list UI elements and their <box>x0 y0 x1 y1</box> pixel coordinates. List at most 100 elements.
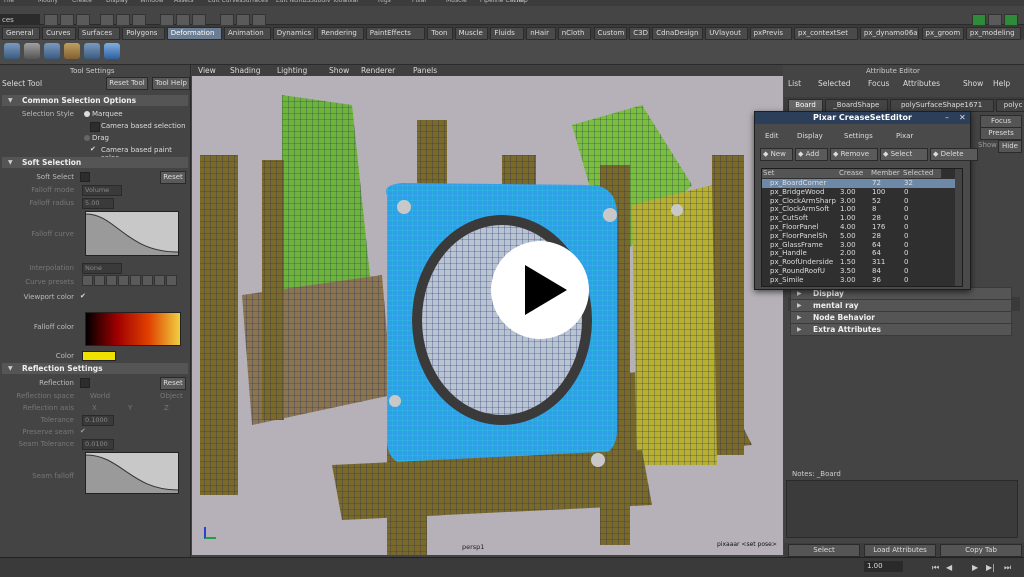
crease-column-header[interactable]: Crease <box>838 169 871 178</box>
axis-y-radio[interactable]: Y <box>128 404 132 412</box>
curve-preset-6-icon[interactable] <box>142 275 153 286</box>
color-swatch[interactable] <box>82 351 116 361</box>
menubar-item[interactable]: Surfaces <box>242 0 268 4</box>
curve-preset-4-icon[interactable] <box>118 275 129 286</box>
shelf-tab[interactable]: Surfaces <box>77 27 121 40</box>
crease-table-row[interactable]: px_RoundRoofU 3.50 84 0 <box>762 267 962 276</box>
crease-table-row[interactable]: px_FloorPanelSh 5.00 28 0 <box>762 232 962 241</box>
viewport-color-check[interactable]: ✔ <box>80 292 86 300</box>
crease-column-header[interactable]: Selected <box>902 169 942 178</box>
crease-menu-item[interactable]: Settings <box>844 132 873 140</box>
crease-set-table[interactable]: Set Crease Member Selected px_BoardCorner 72 3… <box>761 168 963 287</box>
shelf-tab[interactable]: px_dynamo06a <box>859 27 920 40</box>
menubar-item[interactable]: Rigs <box>378 0 391 4</box>
cluster-icon[interactable] <box>24 43 40 59</box>
shelf-tab[interactable]: C3D <box>629 27 651 40</box>
step-forward-icon[interactable]: ▶| <box>986 563 995 572</box>
shelf-tab[interactable]: Curves <box>42 27 76 40</box>
falloff-mode-dropdown[interactable]: Volume <box>82 185 122 196</box>
marquee-radio[interactable] <box>84 111 90 117</box>
shelf-tab[interactable]: Fluids <box>490 27 525 40</box>
common-selection-section[interactable]: Common Selection Options <box>2 95 188 106</box>
go-start-icon[interactable]: ⏮ <box>932 563 939 573</box>
falloff-curve-graph[interactable] <box>85 211 179 256</box>
crease-remove-button[interactable]: ◆ Remove <box>830 148 878 161</box>
camera-based-selection-checkbox[interactable] <box>90 122 100 132</box>
reflection-settings-section[interactable]: Reflection Settings <box>2 363 188 374</box>
reflection-reset-button[interactable]: Reset <box>160 377 186 390</box>
axis-z-radio[interactable]: Z <box>164 404 169 412</box>
attribute-menu-item[interactable]: Show <box>963 79 983 88</box>
load-attributes-button[interactable]: Load Attributes <box>864 544 936 557</box>
node-tab[interactable]: polyc <box>995 99 1024 112</box>
blendshape-icon[interactable] <box>64 43 80 59</box>
crease-table-row[interactable]: px_Handle 2.00 64 0 <box>762 249 962 258</box>
viewport-menu-item[interactable]: Renderer <box>361 65 395 76</box>
shelf-tab[interactable]: CdnaDesign <box>652 27 704 40</box>
shelf-tab[interactable]: Rendering <box>317 27 364 40</box>
shelf-tab[interactable]: UVlayout <box>705 27 748 40</box>
step-back-icon[interactable]: ◀ <box>946 563 952 572</box>
soft-select-checkbox[interactable] <box>80 172 90 182</box>
shelf-tab[interactable]: General <box>2 27 41 40</box>
shelf-tab[interactable]: Deformation <box>166 27 222 40</box>
shelf-tab[interactable]: nCloth <box>557 27 592 40</box>
falloff-color-ramp[interactable] <box>85 312 181 346</box>
shelf-tab[interactable]: Toon <box>427 27 453 40</box>
curve-preset-2-icon[interactable] <box>94 275 105 286</box>
attribute-menu-item[interactable]: Selected <box>818 79 851 88</box>
preserve-seam-check[interactable]: ✔ <box>80 427 86 435</box>
shelf-tab[interactable]: PaintEffects <box>365 27 426 40</box>
attribute-menu-item[interactable]: Help <box>993 79 1010 88</box>
seam-falloff-graph[interactable] <box>85 452 179 494</box>
menubar-item[interactable]: Muscle <box>446 0 467 4</box>
table-scrollbar[interactable] <box>955 169 962 286</box>
viewport-menu-item[interactable]: Shading <box>230 65 260 76</box>
menubar-item[interactable]: Edit Curves <box>208 0 242 4</box>
wrap-icon[interactable] <box>84 43 100 59</box>
crease-new-button[interactable]: ◆ New <box>760 148 793 161</box>
menubar-item[interactable]: Create <box>72 0 92 4</box>
presets-button[interactable]: Presets <box>980 127 1022 140</box>
shelf-tab[interactable]: Muscle <box>454 27 489 40</box>
crease-table-row[interactable]: px_Simile 3.00 36 0 <box>762 276 962 285</box>
crease-table-row[interactable]: px_BridgeWood 3.00 100 0 <box>762 188 962 197</box>
tolerance-field[interactable]: 0.1000 <box>82 415 114 426</box>
menubar-item[interactable]: Pixar <box>412 0 427 4</box>
menubar-item[interactable]: Display <box>106 0 128 4</box>
curve-preset-3-icon[interactable] <box>106 275 117 286</box>
viewport-menu-item[interactable]: View <box>198 65 216 76</box>
close-icon[interactable]: ✕ <box>959 113 966 122</box>
notes-field[interactable] <box>786 480 1018 538</box>
hide-button[interactable]: Hide <box>998 140 1022 153</box>
crease-column-header[interactable]: Set <box>762 169 839 178</box>
extra-attributes-section[interactable]: Extra Attributes <box>790 323 1012 336</box>
menubar-item[interactable]: Pixar <box>344 0 359 4</box>
crease-menu-item[interactable]: Display <box>797 132 823 140</box>
crease-table-row[interactable]: px_ClockArmSharp 3.00 52 0 <box>762 197 962 206</box>
attribute-menu-item[interactable]: Attributes <box>903 79 940 88</box>
shelf-tab[interactable]: px_groom <box>921 27 964 40</box>
curve-preset-8-icon[interactable] <box>166 275 177 286</box>
crease-select-button[interactable]: ◆ Select <box>880 148 928 161</box>
crease-table-row[interactable]: px_RoofUnderside 1.50 311 0 <box>762 258 962 267</box>
shelf-tab[interactable]: px_modeling <box>965 27 1022 40</box>
play-forward-icon[interactable]: ▶ <box>972 563 978 572</box>
drag-radio[interactable] <box>84 135 90 141</box>
wire-icon[interactable] <box>104 43 120 59</box>
tool-help-button[interactable]: Tool Help <box>152 77 190 90</box>
go-end-icon[interactable]: ⏭ <box>1004 563 1011 573</box>
seam-tolerance-field[interactable]: 0.0100 <box>82 439 114 450</box>
crease-column-header[interactable]: Member <box>870 169 903 178</box>
curve-preset-7-icon[interactable] <box>154 275 165 286</box>
copy-tab-button[interactable]: Copy Tab <box>940 544 1022 557</box>
shelf-tab[interactable]: Polygons <box>122 27 165 40</box>
viewport-menu-item[interactable]: Lighting <box>277 65 307 76</box>
camera-paint-check[interactable]: ✔ <box>90 145 96 153</box>
curve-preset-1-icon[interactable] <box>82 275 93 286</box>
axis-x-radio[interactable]: X <box>92 404 97 412</box>
attribute-menu-item[interactable]: List <box>788 79 801 88</box>
menubar-item[interactable]: Assets <box>174 0 194 4</box>
reset-tool-button[interactable]: Reset Tool <box>106 77 148 90</box>
crease-delete-button[interactable]: ◆ Delete <box>930 148 978 161</box>
